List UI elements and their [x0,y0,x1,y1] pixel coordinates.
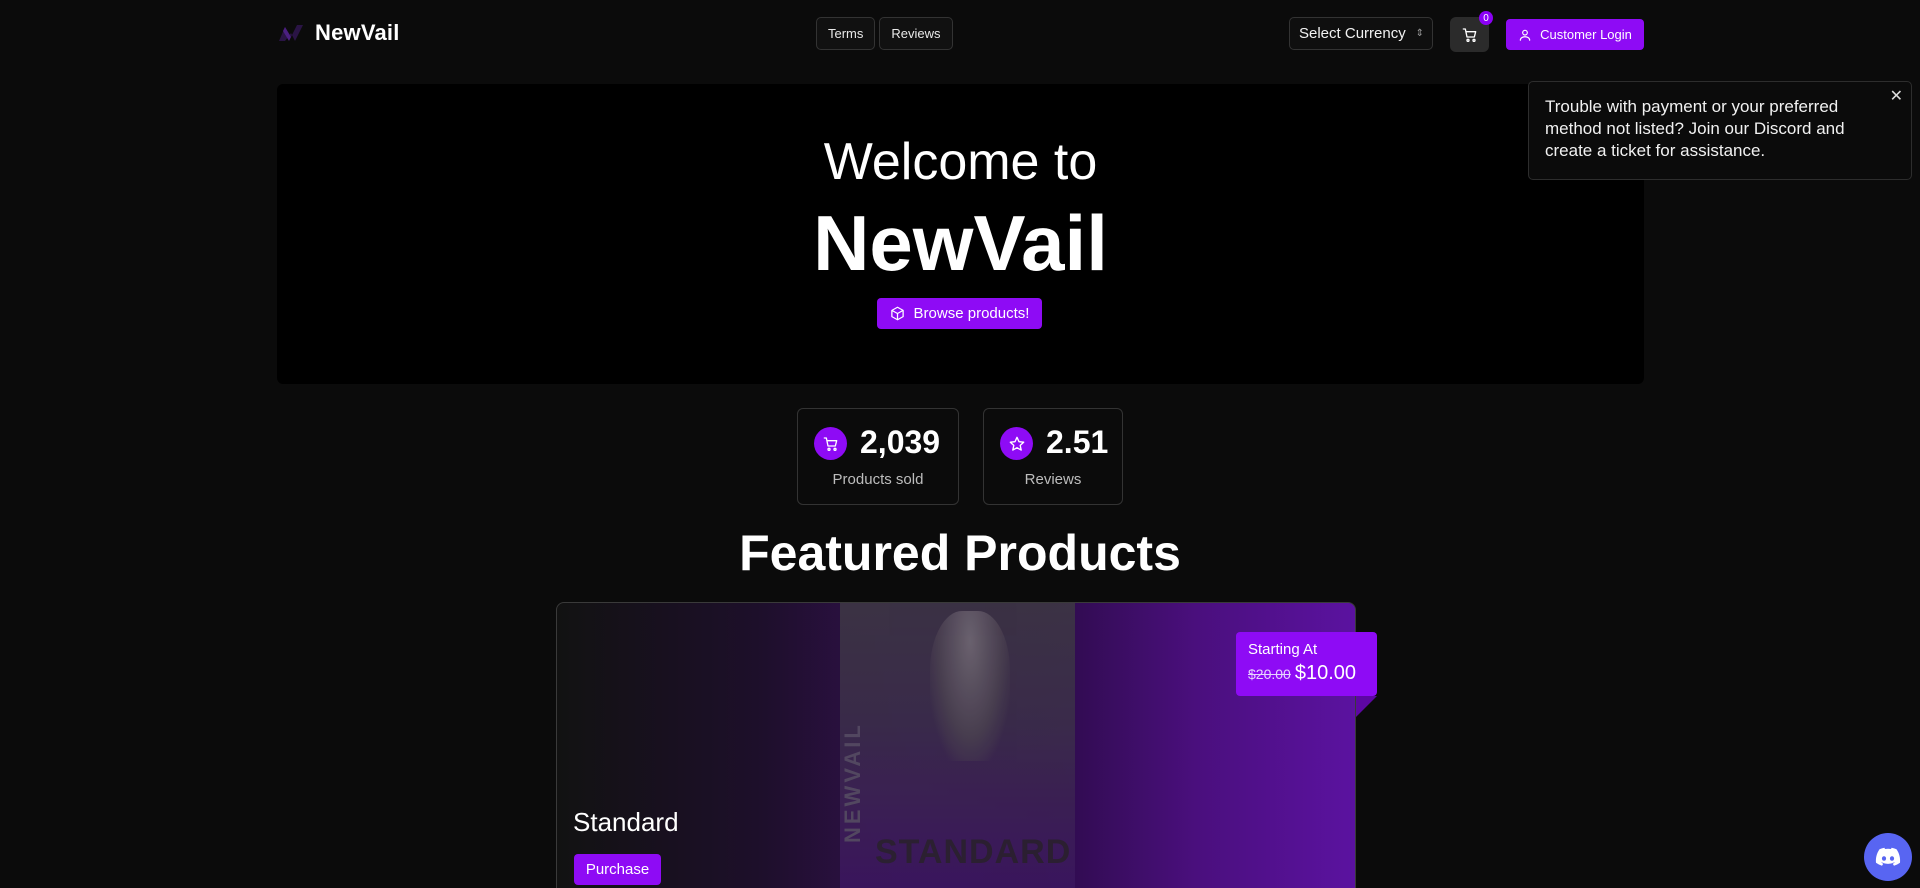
chevron-updown-icon: ⇕ [1415,27,1424,39]
currency-select[interactable]: Select Currency ⇕ [1289,17,1433,50]
brand-mark-icon [279,25,303,41]
browse-products-button[interactable]: Browse products! [877,298,1042,329]
old-price: $20.00 [1248,666,1291,682]
main-nav: Terms Reviews [816,17,953,50]
cart-icon [1462,27,1476,42]
cart-icon [814,427,847,460]
discord-icon [1875,847,1901,866]
site-header: NewVail Terms Reviews Select Currency ⇕ … [0,0,1920,68]
stat-value: 2.51 [1046,424,1109,460]
price-row: $20.00 $10.00 [1248,662,1365,685]
stat-label: Products sold [832,471,924,488]
nav-reviews-button[interactable]: Reviews [879,17,953,50]
purchase-button[interactable]: Purchase [574,854,661,885]
discord-button[interactable] [1864,833,1912,881]
product-image-side-text: NEWVAIL [840,722,865,843]
box-icon [890,306,904,321]
cart-count-badge: 0 [1479,11,1493,25]
featured-products-heading: Featured Products [739,525,1181,581]
nav-terms-button[interactable]: Terms [816,17,876,50]
price-tag: Starting At $20.00 $10.00 [1236,632,1377,696]
customer-login-button[interactable]: Customer Login [1506,19,1644,50]
price-label: Starting At [1248,641,1318,658]
hero-welcome-text: Welcome to [823,133,1098,191]
product-name: Standard [573,807,679,837]
browse-products-label: Browse products! [913,305,1030,322]
currency-select-label: Select Currency [1299,25,1406,42]
toast-message: Trouble with payment or your preferred m… [1545,97,1845,160]
product-figure [930,611,1010,761]
brand-logo[interactable]: NewVail [277,20,400,46]
current-price: $10.00 [1294,662,1356,684]
hero-title: NewVail [813,199,1108,287]
stat-value: 2,039 [860,424,941,460]
stat-label: Reviews [1024,471,1082,488]
price-tag-fold [1356,696,1377,717]
product-image-word: STANDARD [875,833,1072,871]
customer-login-label: Customer Login [1540,27,1632,42]
star-icon [1000,427,1033,460]
hero-section: Welcome to NewVail Browse products! [277,84,1644,384]
stat-products-sold: 2,039 Products sold [797,408,959,505]
product-image: NEWVAIL STANDARD [840,603,1075,888]
stat-reviews: 2.51 Reviews [983,408,1123,505]
payment-help-toast: ✕ Trouble with payment or your preferred… [1528,81,1912,180]
user-icon [1519,29,1531,41]
close-icon[interactable]: ✕ [1890,86,1903,108]
brand-name: NewVail [315,20,400,45]
